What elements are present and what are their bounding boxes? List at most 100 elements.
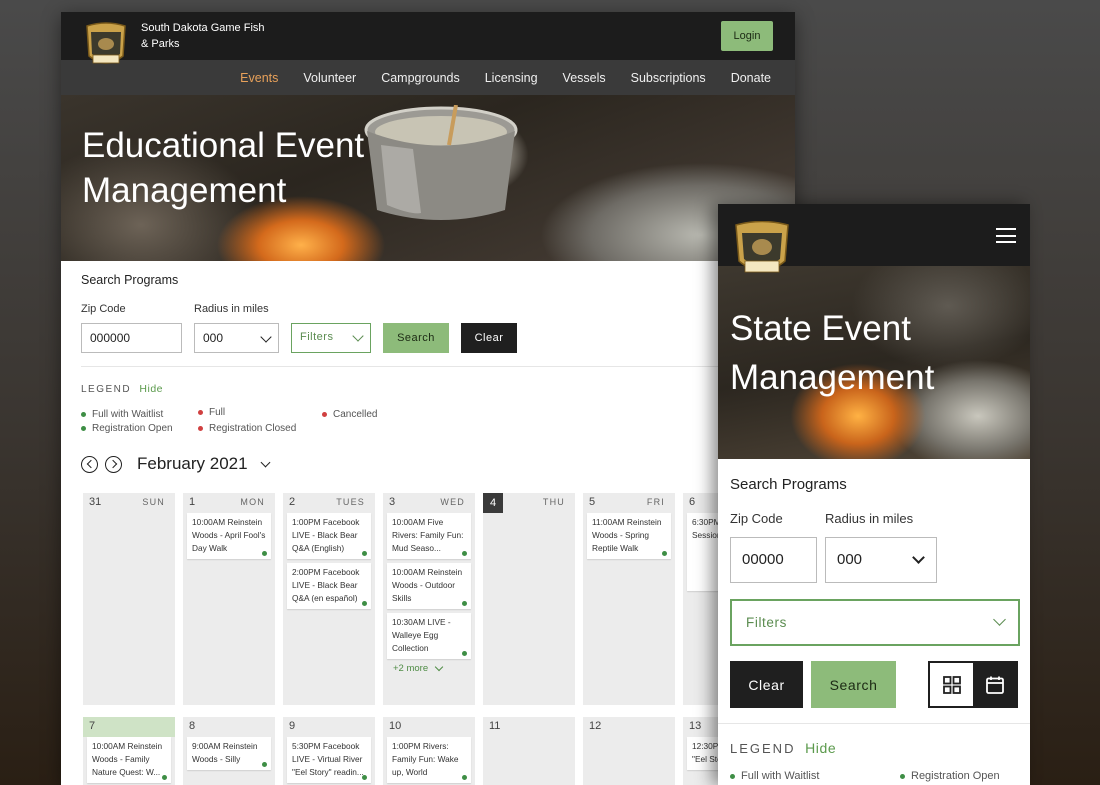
- main-nav: Events Volunteer Campgrounds Licensing V…: [61, 60, 795, 95]
- radius-value: 000: [837, 551, 863, 568]
- org-name: South Dakota Game Fish & Parks: [141, 22, 265, 50]
- search-title: Search Programs: [730, 476, 847, 493]
- radius-value: 000: [203, 331, 224, 345]
- zip-input[interactable]: 000000: [81, 323, 182, 353]
- status-dot-icon: [81, 425, 86, 431]
- status-dot-icon: [662, 551, 667, 556]
- status-dot-icon: [81, 411, 86, 417]
- legend-registration-open: Registration Open: [81, 423, 173, 434]
- filters-label: Filters: [300, 331, 334, 343]
- status-dot-icon: [730, 773, 735, 779]
- search-button[interactable]: Search: [811, 661, 897, 708]
- month-navigator: February 2021: [81, 454, 271, 474]
- calendar-day[interactable]: 5 FRI 11:00AM Reinstein Woods - Spring Re…: [583, 493, 675, 705]
- legend-full: Full: [198, 407, 225, 418]
- legend-hide-link[interactable]: Hide: [805, 740, 836, 756]
- status-dot-icon: [362, 775, 367, 780]
- event-card[interactable]: 10:00AM Reinstein Woods - Family Nature …: [87, 737, 171, 783]
- event-card[interactable]: 10:00AM Reinstein Woods - Outdoor Skills: [387, 563, 471, 609]
- next-month-icon[interactable]: [105, 455, 122, 473]
- mobile-hero-banner: State Event Management: [718, 266, 1030, 459]
- calendar-day[interactable]: 7 10:00AM Reinstein Woods - Family Natur…: [83, 717, 175, 785]
- hero-title: Educational Event Management: [82, 126, 365, 210]
- prev-month-icon[interactable]: [81, 455, 98, 473]
- search-button[interactable]: Search: [383, 323, 449, 353]
- hero-banner: Educational Event Management: [61, 95, 795, 261]
- clear-button[interactable]: Clear: [461, 323, 517, 353]
- nav-donate[interactable]: Donate: [731, 71, 771, 85]
- calendar-day[interactable]: 1 MON 10:00AM Reinstein Woods - April Foo…: [183, 493, 275, 705]
- login-button[interactable]: Login: [721, 21, 773, 51]
- nav-subscriptions[interactable]: Subscriptions: [631, 71, 706, 85]
- nav-volunteer[interactable]: Volunteer: [303, 71, 356, 85]
- nav-vessels[interactable]: Vessels: [563, 71, 606, 85]
- status-dot-icon: [362, 551, 367, 556]
- top-bar: South Dakota Game Fish & Parks Login: [61, 12, 795, 64]
- status-dot-icon: [462, 775, 467, 780]
- chevron-down-icon: [912, 551, 925, 564]
- chevron-down-icon: [260, 331, 272, 343]
- nav-licensing[interactable]: Licensing: [485, 71, 538, 85]
- zip-input[interactable]: 00000: [730, 537, 817, 583]
- calendar-day[interactable]: 8 9:00AM Reinstein Woods - Silly: [183, 717, 275, 785]
- mobile-top-bar: [718, 204, 1030, 273]
- radius-select[interactable]: 000: [194, 323, 279, 353]
- legend-title: LEGEND: [730, 741, 796, 756]
- event-card[interactable]: 10:30AM LIVE - Walleye Egg Collection: [387, 613, 471, 659]
- radius-select[interactable]: 000: [825, 537, 937, 583]
- legend: LEGEND Hide Full with Waitlist Full Canc…: [61, 367, 795, 441]
- status-dot-icon: [198, 409, 203, 415]
- event-card[interactable]: 2:00PM Facebook LIVE - Black Bear Q&A (e…: [287, 563, 371, 609]
- status-dot-icon: [262, 762, 267, 767]
- sdgfp-logo[interactable]: [83, 22, 129, 70]
- chevron-down-icon[interactable]: [260, 457, 271, 468]
- nav-campgrounds[interactable]: Campgrounds: [381, 71, 460, 85]
- mobile-search-panel: Search Programs Zip Code 00000 Radius in…: [718, 459, 1030, 708]
- radius-label: Radius in miles: [825, 511, 914, 526]
- calendar-day[interactable]: 4 THU: [483, 493, 575, 705]
- month-label[interactable]: February 2021: [137, 454, 248, 474]
- grid-view-icon[interactable]: [930, 663, 973, 706]
- radius-label: Radius in miles: [194, 303, 269, 315]
- menu-icon[interactable]: [996, 228, 1016, 248]
- view-toggle: [928, 661, 1018, 708]
- event-card[interactable]: 1:00PM Rivers: Family Fun: Wake up, Worl…: [387, 737, 471, 783]
- clear-button[interactable]: Clear: [730, 661, 804, 708]
- event-card[interactable]: 1:00PM Facebook LIVE - Black Bear Q&A (E…: [287, 513, 371, 559]
- more-events-link[interactable]: +2 more: [393, 662, 475, 674]
- legend-cancelled: Cancelled: [322, 409, 377, 420]
- sdgfp-logo[interactable]: [732, 221, 792, 281]
- filters-dropdown[interactable]: Filters: [291, 323, 371, 353]
- legend-hide-link[interactable]: Hide: [139, 383, 163, 395]
- nav-events[interactable]: Events: [240, 71, 278, 85]
- event-card[interactable]: 11:00AM Reinstein Woods - Spring Reptile…: [587, 513, 671, 559]
- event-card[interactable]: 10:00AM Reinstein Woods - April Fool's D…: [187, 513, 271, 559]
- status-dot-icon: [362, 601, 367, 606]
- status-dot-icon: [462, 601, 467, 606]
- chevron-down-icon: [993, 613, 1006, 626]
- calendar-day[interactable]: 9 5:30PM Facebook LIVE - Virtual River "…: [283, 717, 375, 785]
- filters-dropdown[interactable]: Filters: [730, 599, 1020, 646]
- chevron-down-icon: [434, 662, 444, 672]
- status-dot-icon: [900, 773, 905, 779]
- calendar-day[interactable]: 12: [583, 717, 675, 785]
- mobile-view: State Event Management Search Programs Z…: [718, 204, 1030, 785]
- event-card[interactable]: 10:00AM Five Rivers: Family Fun: Mud Sea…: [387, 513, 471, 559]
- today-marker: 4: [483, 493, 503, 513]
- status-dot-icon: [198, 425, 203, 431]
- event-card[interactable]: 5:30PM Facebook LIVE - Virtual River "Ee…: [287, 737, 371, 783]
- calendar-view-icon[interactable]: [973, 663, 1016, 706]
- calendar-day[interactable]: 2 TUES 1:00PM Facebook LIVE - Black Bear …: [283, 493, 375, 705]
- mobile-hero-title: State Event Management: [730, 309, 935, 397]
- calendar-day[interactable]: 10 1:00PM Rivers: Family Fun: Wake up, W…: [383, 717, 475, 785]
- calendar-day[interactable]: 11: [483, 717, 575, 785]
- event-card[interactable]: 9:00AM Reinstein Woods - Silly: [187, 737, 271, 770]
- search-panel: Search Programs Zip Code 000000 Radius i…: [61, 261, 795, 367]
- status-dot-icon: [262, 551, 267, 556]
- filters-label: Filters: [746, 615, 787, 630]
- chevron-down-icon: [352, 330, 364, 342]
- status-dot-icon: [162, 775, 167, 780]
- status-dot-icon: [322, 411, 327, 417]
- calendar-day[interactable]: 3 WED 10:00AM Five Rivers: Family Fun: Mu…: [383, 493, 475, 705]
- calendar-day[interactable]: 31 SUN: [83, 493, 175, 705]
